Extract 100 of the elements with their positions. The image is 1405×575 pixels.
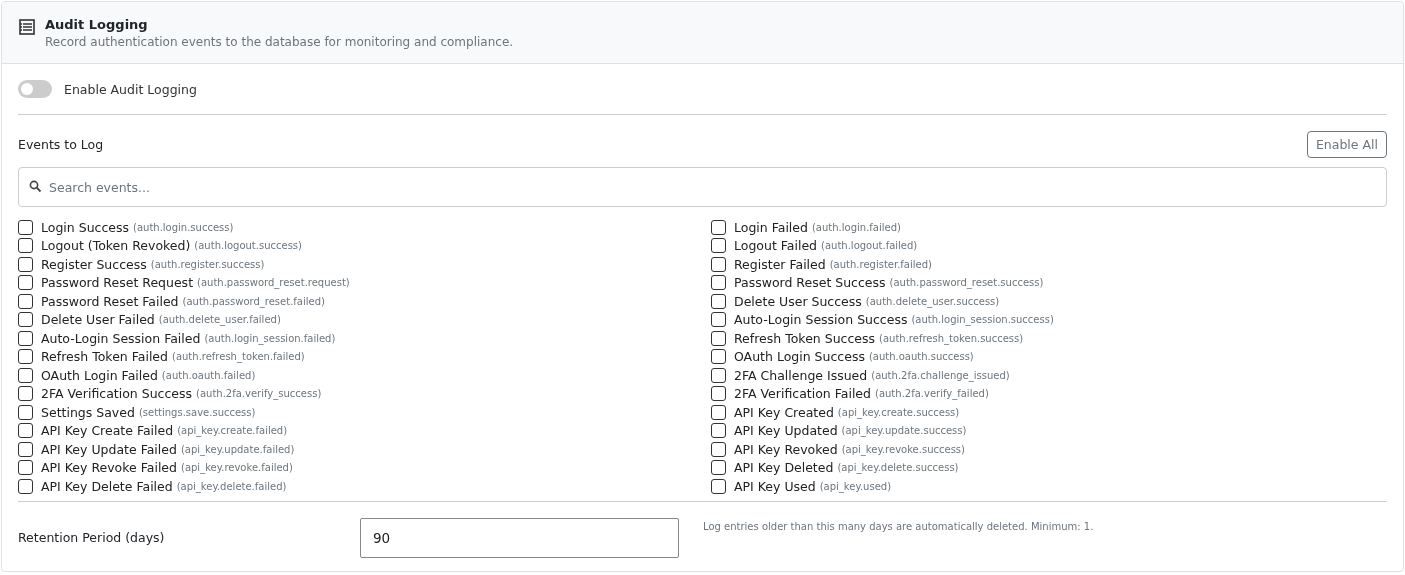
section-description: Record authentication events to the database for monitoring and compliance. (45, 34, 514, 51)
event-code: (auth.delete_user.failed) (158, 314, 281, 326)
event-code: (api_key.create.success) (837, 406, 960, 418)
event-code: (api_key.revoke.success) (841, 443, 965, 455)
checkbox[interactable] (711, 312, 726, 328)
search-icon (29, 180, 42, 193)
checkbox[interactable] (711, 423, 726, 439)
event-label: Delete User Failed (41, 312, 155, 328)
event-code: (auth.2fa.verify_success) (196, 388, 322, 400)
event-label: Settings Saved (41, 404, 135, 420)
event-label: Register Success (41, 256, 147, 272)
checkbox[interactable] (711, 219, 726, 235)
retention-input[interactable]: 90 (360, 517, 679, 558)
checkbox[interactable] (711, 441, 726, 457)
checkbox[interactable] (18, 367, 33, 383)
retention-hint: Log entries older than this many days are automatically deleted. Minimum: 1. (702, 519, 1095, 534)
checkbox[interactable] (711, 256, 726, 272)
event-label: Logout (Token Revoked) (41, 238, 191, 254)
checkbox[interactable] (711, 238, 726, 254)
event-code: (auth.2fa.verify_failed) (875, 388, 989, 400)
event-code: (api_key.update.failed) (180, 443, 295, 455)
event-code: (auth.delete_user.success) (865, 295, 1000, 307)
event-label: 2FA Verification Success (41, 386, 193, 402)
checkbox[interactable] (18, 460, 33, 476)
event-code: (auth.oauth.failed) (161, 369, 256, 381)
checkbox[interactable] (18, 238, 33, 254)
event-code: (auth.login.success) (133, 221, 234, 233)
checkbox[interactable] (711, 293, 726, 309)
event-code: (auth.login.failed) (811, 221, 901, 233)
event-code: (api_key.used) (819, 480, 892, 492)
event-label: API Key Update Failed (41, 441, 177, 457)
event-code: (auth.2fa.challenge_issued) (871, 369, 1010, 381)
event-code: (auth.refresh_token.success) (879, 332, 1024, 344)
event-code: (auth.refresh_token.failed) (172, 351, 305, 363)
event-label: Refresh Token Success (734, 330, 876, 346)
search-field[interactable]: Search events... (18, 167, 1387, 207)
checkbox[interactable] (18, 386, 33, 402)
event-label: Password Reset Request (41, 275, 194, 291)
enable-all-button[interactable]: Enable All (1306, 131, 1387, 158)
checkbox[interactable] (18, 219, 33, 235)
event-label: API Key Delete Failed (41, 478, 173, 494)
event-code: (auth.password_reset.success) (889, 277, 1044, 289)
event-label: API Key Create Failed (41, 423, 174, 439)
event-label: API Key Revoked (734, 441, 838, 457)
event-code: (auth.oauth.success) (868, 351, 974, 363)
event-code: (auth.register.success) (150, 258, 265, 270)
event-label: Delete User Success (734, 293, 862, 309)
event-label: API Key Updated (734, 423, 838, 439)
checkbox[interactable] (18, 256, 33, 272)
checkbox[interactable] (711, 349, 726, 365)
checkbox[interactable] (711, 367, 726, 383)
event-code: (settings.save.success) (138, 406, 256, 418)
event-label: Password Reset Failed (41, 293, 179, 309)
event-label: Auto-Login Session Success (734, 312, 908, 328)
event-label: Auto-Login Session Failed (41, 330, 201, 346)
section-title: Audit Logging (45, 16, 149, 33)
event-code: (api_key.delete.success) (837, 462, 959, 474)
event-label: Login Failed (734, 219, 808, 235)
checkbox[interactable] (18, 404, 33, 420)
event-label: Logout Failed (734, 238, 818, 254)
event-label: OAuth Login Failed (41, 367, 158, 383)
checkbox[interactable] (18, 293, 33, 309)
checkbox[interactable] (711, 275, 726, 291)
event-code: (api_key.delete.failed) (176, 480, 287, 492)
retention-label: Retention Period (days) (18, 530, 166, 545)
toggle-label: Enable Audit Logging (64, 81, 197, 97)
checkbox[interactable] (711, 478, 726, 494)
event-label: Register Failed (734, 256, 826, 272)
event-code: (auth.password_reset.failed) (182, 295, 325, 307)
toggle-switch[interactable] (18, 80, 52, 98)
event-code: (auth.login_session.failed) (204, 332, 336, 344)
event-label: API Key Used (734, 478, 816, 494)
checkbox[interactable] (18, 441, 33, 457)
event-label: API Key Revoke Failed (41, 460, 177, 476)
checkbox[interactable] (711, 330, 726, 346)
checkbox[interactable] (711, 460, 726, 476)
event-label: 2FA Challenge Issued (734, 367, 868, 383)
checkbox[interactable] (711, 386, 726, 402)
event-label: OAuth Login Success (734, 349, 865, 365)
checkbox[interactable] (18, 478, 33, 494)
event-code: (auth.logout.success) (194, 240, 302, 252)
checkbox[interactable] (18, 349, 33, 365)
event-label: Password Reset Success (734, 275, 886, 291)
checkbox[interactable] (711, 404, 726, 420)
event-code: (auth.login_session.success) (911, 314, 1054, 326)
checkbox[interactable] (18, 275, 33, 291)
event-label: Login Success (41, 219, 129, 235)
event-code: (api_key.update.success) (841, 425, 967, 437)
event-code: (auth.logout.failed) (821, 240, 918, 252)
checkbox[interactable] (18, 330, 33, 346)
event-code: (auth.register.failed) (829, 258, 932, 270)
checkbox[interactable] (18, 423, 33, 439)
events-heading: Events to Log (18, 137, 104, 152)
event-label: Refresh Token Failed (41, 349, 168, 365)
event-code: (api_key.create.failed) (177, 425, 288, 437)
checkbox[interactable] (18, 312, 33, 328)
event-label: 2FA Verification Failed (734, 386, 871, 402)
event-label: API Key Created (734, 404, 834, 420)
event-code: (api_key.revoke.failed) (181, 462, 293, 474)
event-code: (auth.password_reset.request) (197, 277, 350, 289)
